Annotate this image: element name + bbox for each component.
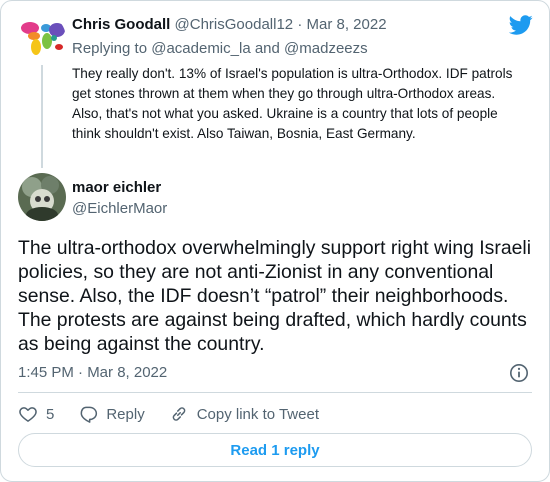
action-divider <box>18 392 532 393</box>
embedded-tweet-card: Chris Goodall @ChrisGoodall12 · Mar 8, 2… <box>0 0 550 482</box>
main-tweet-timestamp[interactable]: 1:45 PM · Mar 8, 2022 <box>18 364 167 381</box>
reply-mention-academic-la[interactable]: @academic_la <box>151 40 250 57</box>
twitter-logo-icon[interactable] <box>509 13 533 37</box>
quoted-tweet-header: Chris Goodall @ChrisGoodall12 · Mar 8, 2… <box>72 16 387 33</box>
reply-mention-madzeezs[interactable]: @madzeezs <box>284 40 368 57</box>
maor-eichler-avatar[interactable] <box>18 173 66 221</box>
link-icon <box>172 407 185 421</box>
reply-bubble-icon <box>80 406 98 423</box>
tweet-actions-bar: 5 Reply Copy link to Tweet <box>18 401 343 427</box>
heart-icon <box>19 407 37 422</box>
main-author-name[interactable]: maor eichler <box>72 179 161 196</box>
thread-connector-line <box>41 65 43 168</box>
read-replies-button[interactable]: Read 1 reply <box>18 433 532 467</box>
copy-link-button[interactable]: Copy link to Tweet <box>169 404 319 424</box>
info-icon[interactable] <box>509 363 529 383</box>
quoted-author-handle[interactable]: @ChrisGoodall12 <box>175 16 294 33</box>
header-separator: · <box>297 16 303 33</box>
replying-to-prefix: Replying to <box>72 40 148 57</box>
copy-link-label: Copy link to Tweet <box>196 405 319 423</box>
quoted-tweet-date[interactable]: Mar 8, 2022 <box>306 16 386 33</box>
like-button[interactable]: 5 <box>18 404 54 424</box>
reply-button[interactable]: Reply <box>78 404 145 424</box>
main-author-handle[interactable]: @EichlerMaor <box>72 200 167 217</box>
quoted-author-name[interactable]: Chris Goodall <box>72 16 170 33</box>
replying-to-line: Replying to @academic_la and @madzeezs <box>72 40 368 57</box>
main-tweet-text: The ultra-orthodox overwhelmingly suppor… <box>18 237 532 355</box>
replying-to-conjunction: and <box>254 40 280 57</box>
reply-label: Reply <box>106 405 145 423</box>
like-count: 5 <box>46 405 55 423</box>
quoted-tweet-text: They really don't. 13% of Israel's popul… <box>72 66 513 141</box>
chris-goodall-avatar[interactable] <box>18 14 66 62</box>
